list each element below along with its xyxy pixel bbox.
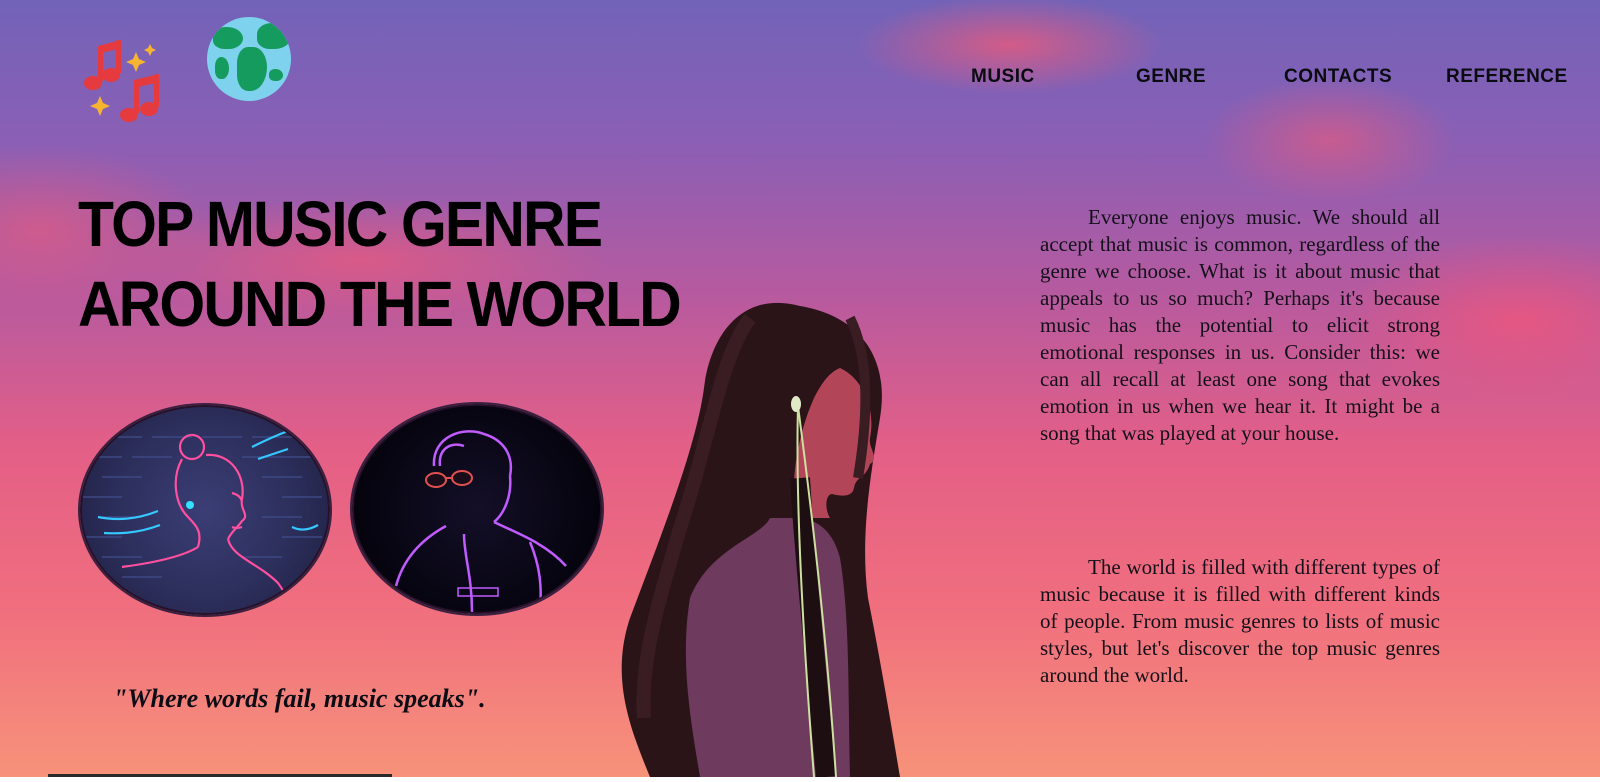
main-nav: MUSIC GENRE CONTACTS REFERENCE [0,66,1600,90]
title-line-2: AROUND THE WORLD [78,268,682,340]
nav-music[interactable]: MUSIC [971,66,1035,88]
girl-with-earphones-illustration [600,298,930,778]
page-title: TOP MUSIC GENRE AROUND THE WORLD [78,184,682,344]
nav-reference[interactable]: REFERENCE [1446,66,1568,88]
nav-contacts[interactable]: CONTACTS [1284,66,1392,88]
intro-paragraph: Everyone enjoys music. We should all acc… [1040,205,1440,445]
title-line-1: TOP MUSIC GENRE [78,188,603,260]
nav-genre[interactable]: GENRE [1136,66,1206,88]
neon-woman-image [80,405,330,615]
neon-man-image [352,404,602,614]
music-quote: "Where words fail, music speaks". [113,684,486,713]
genres-paragraph: The world is filled with different types… [1040,555,1440,687]
